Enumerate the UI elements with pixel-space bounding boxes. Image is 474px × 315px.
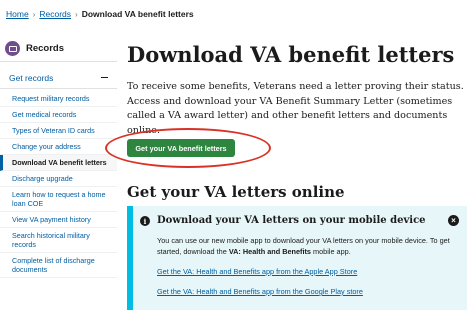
breadcrumb: Home › Records › Download VA benefit let… xyxy=(6,9,194,19)
alert-title: Download your VA letters on your mobile … xyxy=(157,215,426,226)
sidebar-item-payment-history[interactable]: View VA payment history xyxy=(0,212,117,228)
sidebar-item-discharge-documents[interactable]: Complete list of discharge documents xyxy=(0,253,117,278)
close-icon[interactable]: × xyxy=(448,215,459,226)
sidebar-nav: Records Get records Request military rec… xyxy=(0,36,117,278)
info-icon: i xyxy=(140,216,150,226)
sidebar-item-get-medical-records[interactable]: Get medical records xyxy=(0,107,117,123)
apple-app-store-link[interactable]: Get the VA: Health and Benefits app from… xyxy=(157,267,357,276)
sidebar-section-label: Get records xyxy=(9,72,54,83)
breadcrumb-separator: › xyxy=(32,9,36,19)
mobile-app-alert: i Download your VA letters on your mobil… xyxy=(127,206,467,310)
alert-body-app-name: VA: Health and Benefits xyxy=(228,247,311,256)
sidebar-item-veteran-id-cards[interactable]: Types of Veteran ID cards xyxy=(0,123,117,139)
sidebar-item-home-loan-coe[interactable]: Learn how to request a home loan COE xyxy=(0,187,117,212)
sidebar-item-discharge-upgrade[interactable]: Discharge upgrade xyxy=(0,171,117,187)
breadcrumb-home[interactable]: Home xyxy=(6,9,29,19)
breadcrumb-separator: › xyxy=(75,9,78,19)
google-play-store-link[interactable]: Get the VA: Health and Benefits app from… xyxy=(157,287,363,296)
sidebar-item-change-address[interactable]: Change your address xyxy=(0,139,117,155)
sidebar-item-request-military-records[interactable]: Request military records xyxy=(0,91,117,107)
alert-body: You can use our new mobile app to downlo… xyxy=(157,235,457,257)
sidebar-header: Records xyxy=(0,36,117,62)
sidebar-item-historical-records[interactable]: Search historical military records xyxy=(0,228,117,253)
breadcrumb-current: Download VA benefit letters xyxy=(81,9,194,19)
get-benefit-letters-button[interactable]: Get your VA benefit letters xyxy=(127,139,235,157)
sidebar-section-get-records[interactable]: Get records xyxy=(0,67,117,89)
minus-icon[interactable] xyxy=(101,76,108,79)
records-icon xyxy=(5,41,20,56)
alert-body-text-end: mobile app. xyxy=(310,247,351,256)
sidebar-title: Records xyxy=(26,43,65,54)
breadcrumb-records[interactable]: Records xyxy=(39,9,71,19)
sidebar-list: Request military records Get medical rec… xyxy=(0,91,117,278)
page-title: Download VA benefit letters xyxy=(127,42,455,67)
sidebar-item-download-letters[interactable]: Download VA benefit letters xyxy=(0,155,117,171)
section-title: Get your VA letters online xyxy=(127,183,345,201)
